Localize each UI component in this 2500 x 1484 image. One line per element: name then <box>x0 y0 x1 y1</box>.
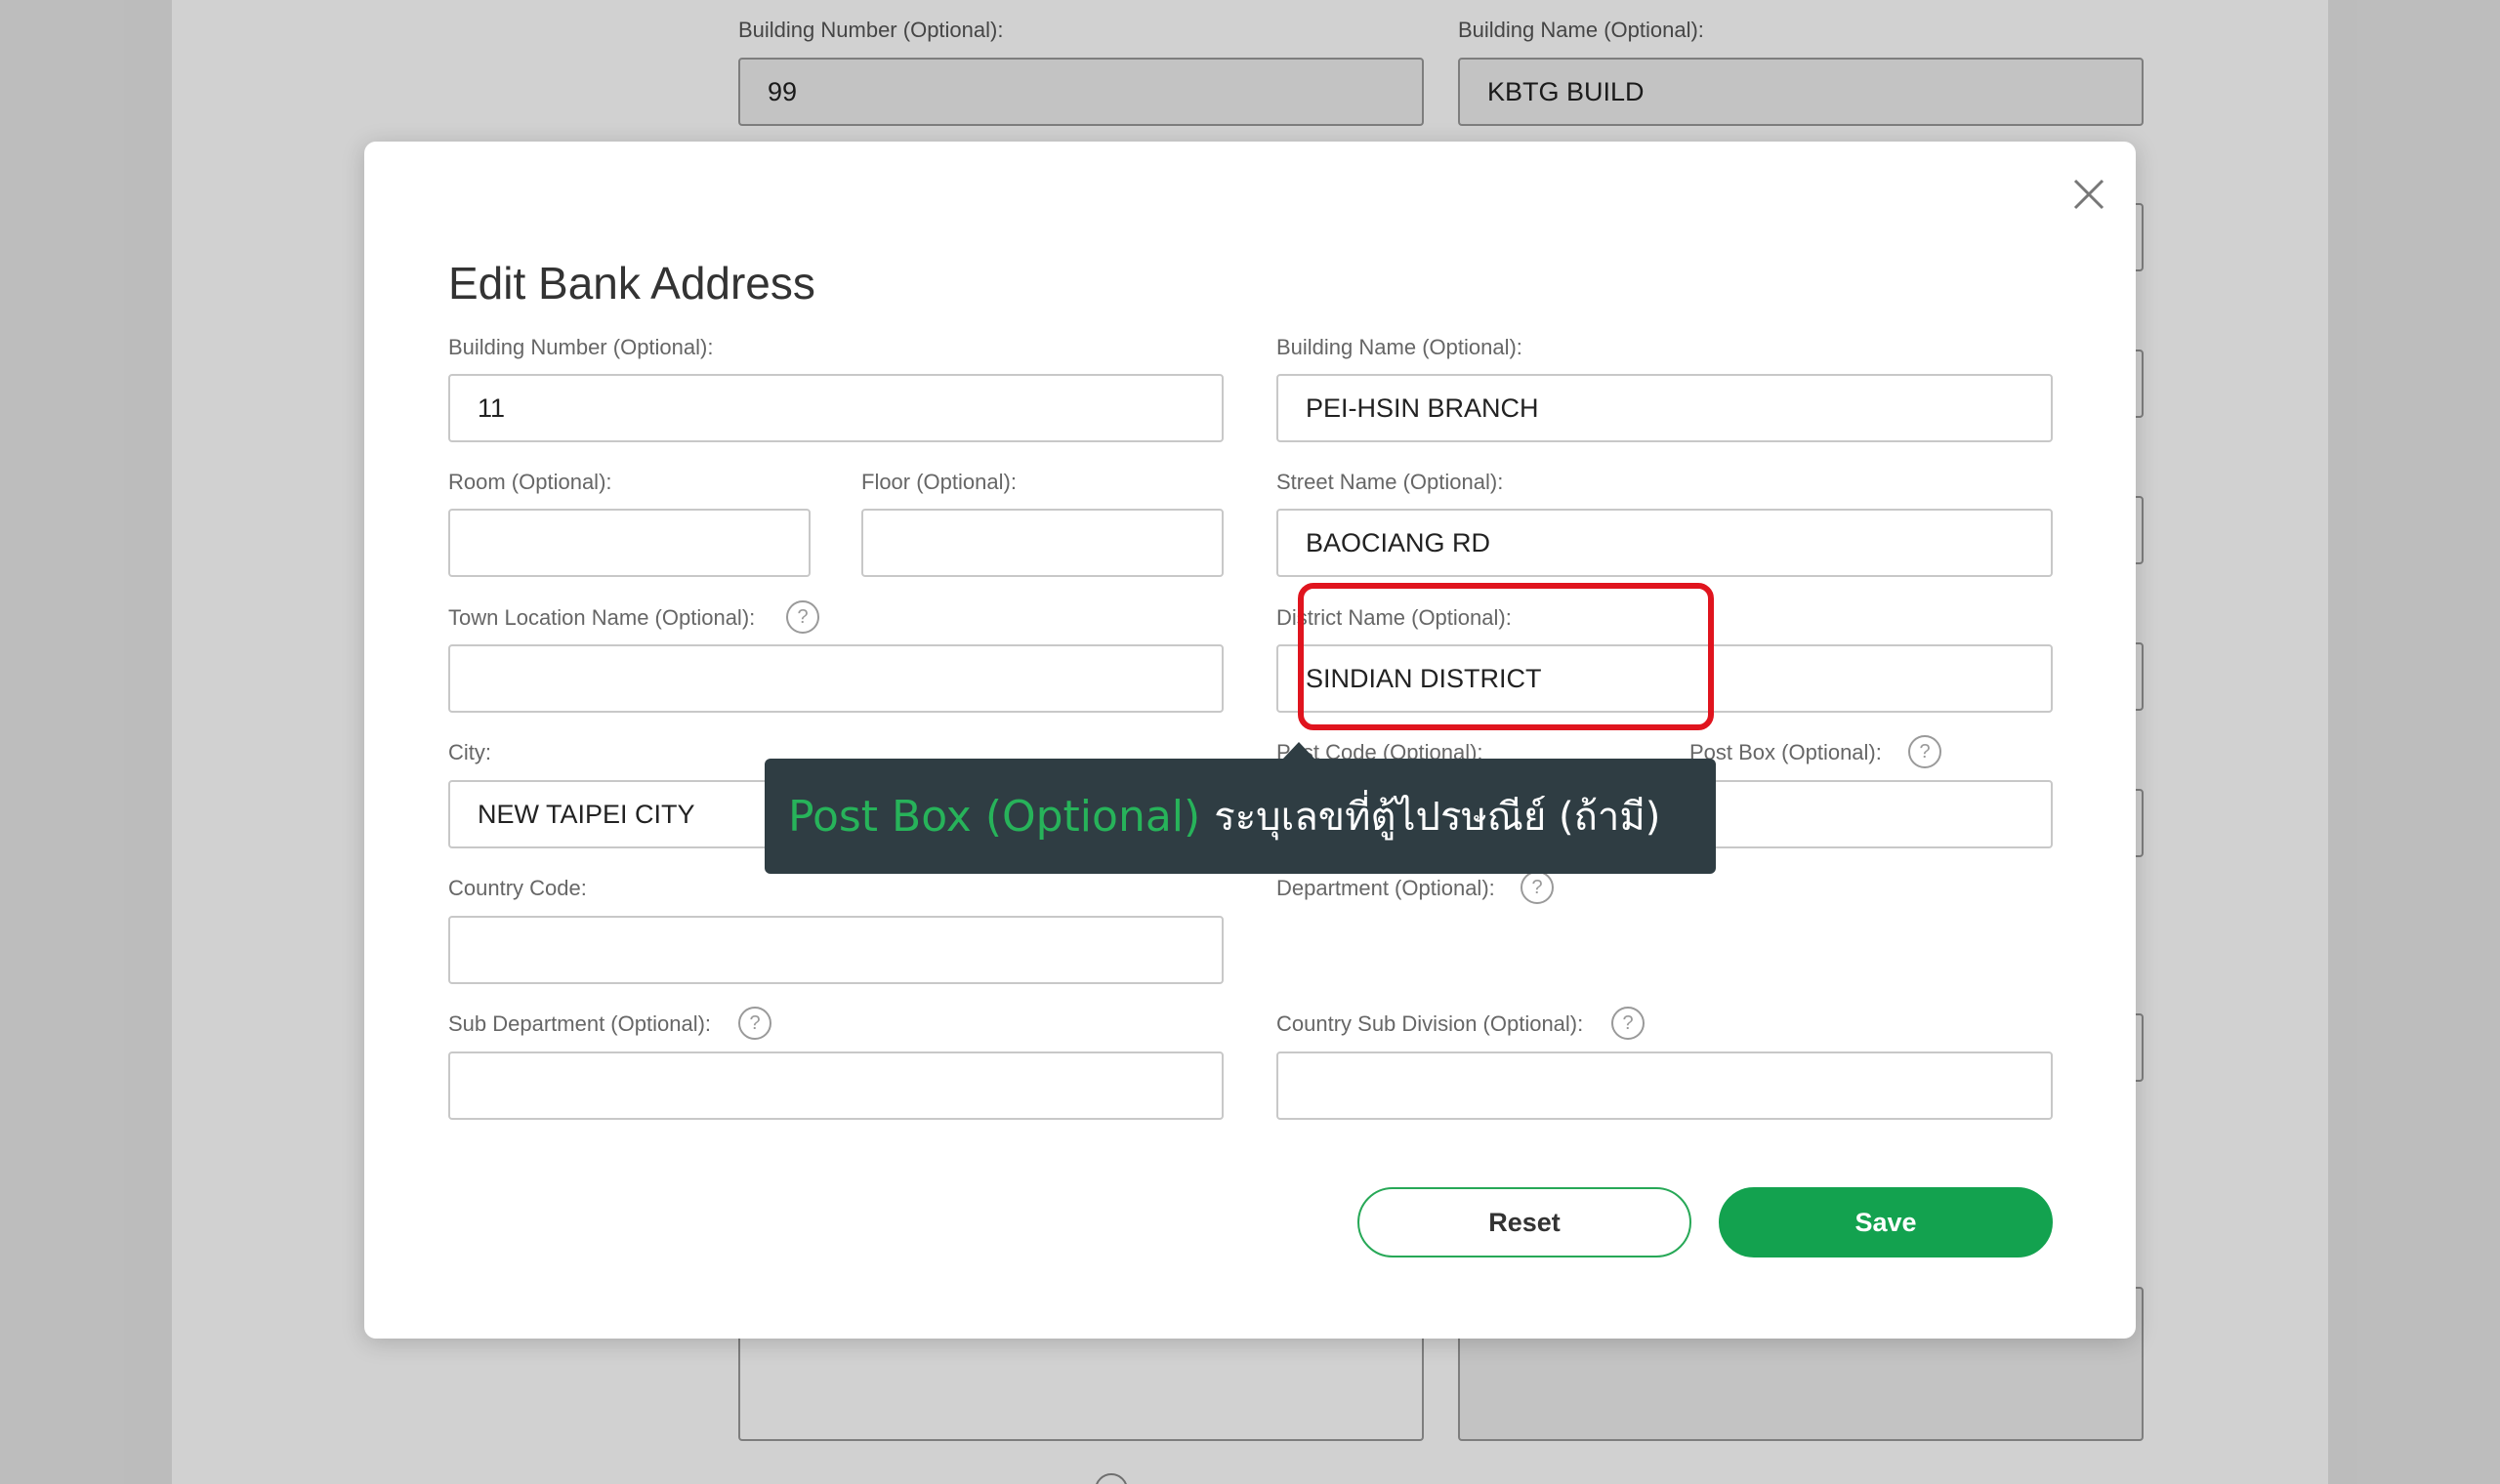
floor-label: Floor (Optional): <box>861 470 1017 494</box>
tooltip-arrow <box>1282 742 1315 760</box>
sub-department-input[interactable] <box>448 1051 1224 1120</box>
building-name-label: Building Name (Optional): <box>1276 335 1522 359</box>
street-name-input[interactable] <box>1276 509 2053 577</box>
floor-input[interactable] <box>861 509 1224 577</box>
page-root: Building Number (Optional): 99 Building … <box>0 0 2500 1484</box>
country-code-label: Country Code: <box>448 876 587 900</box>
building-number-label: Building Number (Optional): <box>448 335 714 359</box>
building-name-input[interactable] <box>1276 374 2053 442</box>
country-sub-division-input[interactable] <box>1276 1051 2053 1120</box>
reset-button[interactable]: Reset <box>1357 1187 1691 1257</box>
room-input[interactable] <box>448 509 811 577</box>
city-label: City: <box>448 740 491 764</box>
town-location-name-input[interactable] <box>448 644 1224 713</box>
department-help-icon[interactable]: ? <box>1521 871 1554 904</box>
department-label: Department (Optional): <box>1276 876 1495 900</box>
country-sub-division-label: Country Sub Division (Optional): <box>1276 1011 1584 1036</box>
sub-department-label: Sub Department (Optional): <box>448 1011 712 1036</box>
room-label: Room (Optional): <box>448 470 612 494</box>
town-location-help-icon[interactable]: ? <box>786 600 819 634</box>
save-button[interactable]: Save <box>1719 1187 2053 1257</box>
tooltip-text: ระบุเลขที่ตู้ไปรษณีย์ (ถ้ามี) <box>1214 795 1661 840</box>
town-location-name-label: Town Location Name (Optional): <box>448 605 756 630</box>
close-icon[interactable] <box>2065 171 2112 218</box>
street-name-label: Street Name (Optional): <box>1276 470 1504 494</box>
edit-bank-address-modal: Edit Bank Address Building Number (Optio… <box>364 142 2136 1339</box>
post-box-help-icon[interactable]: ? <box>1908 735 1941 768</box>
post-box-highlight <box>1298 583 1714 730</box>
post-box-input[interactable] <box>1689 780 2053 848</box>
sub-department-help-icon[interactable]: ? <box>738 1007 771 1040</box>
post-box-label: Post Box (Optional): <box>1689 740 1882 764</box>
country-code-input[interactable] <box>448 916 1224 984</box>
building-number-input[interactable] <box>448 374 1224 442</box>
modal-title: Edit Bank Address <box>448 258 815 309</box>
tooltip-title: Post Box (Optional) <box>788 791 1201 842</box>
post-box-tooltip: Post Box (Optional) ระบุเลขที่ตู้ไปรษณีย… <box>765 759 1716 874</box>
country-sub-division-help-icon[interactable]: ? <box>1611 1007 1645 1040</box>
